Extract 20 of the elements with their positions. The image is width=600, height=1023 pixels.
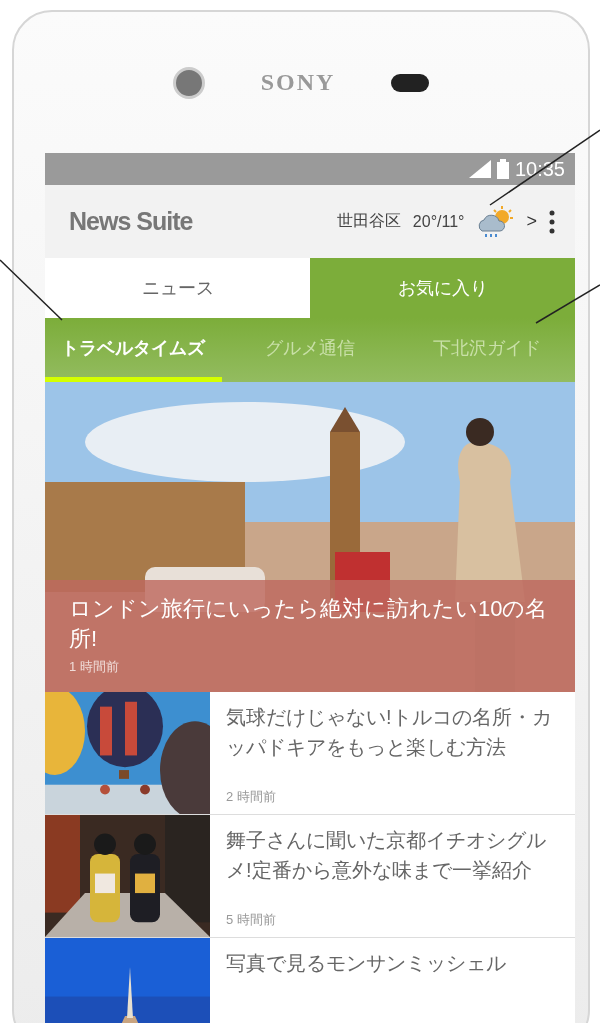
brand-logo: SONY	[260, 69, 336, 96]
timestamp: 2 時間前	[226, 788, 277, 806]
article-title: 気球だけじゃない!トルコの名所・カッパドキアをもっと楽しむ方法	[226, 705, 553, 760]
article-row[interactable]: 写真で見るモンサンミッシェル	[45, 938, 575, 1023]
article-row[interactable]: 気球だけじゃない!トルコの名所・カッパドキアをもっと楽しむ方法 2 時間前	[45, 692, 575, 815]
battery-icon	[496, 159, 509, 179]
app-title: News Suite	[69, 207, 194, 236]
weather-icon[interactable]	[476, 204, 515, 239]
timestamp: 5 時間前	[226, 911, 277, 929]
article-title: 舞子さんに聞いた京都イチオシグルメ!定番から意外な味まで一挙紹介	[226, 828, 547, 883]
leader-line	[0, 259, 63, 321]
leader-line	[535, 284, 600, 324]
article-title: 写真で見るモンサンミッシェル	[226, 951, 507, 976]
chevron-icon[interactable]: >	[526, 211, 537, 232]
location-label: 世田谷区	[336, 211, 401, 231]
camera-icon	[172, 66, 205, 99]
sensor-icon	[391, 73, 430, 92]
temperature-label: 20°/11°	[412, 212, 465, 231]
menu-icon[interactable]	[549, 209, 555, 234]
signal-icon	[468, 160, 491, 178]
